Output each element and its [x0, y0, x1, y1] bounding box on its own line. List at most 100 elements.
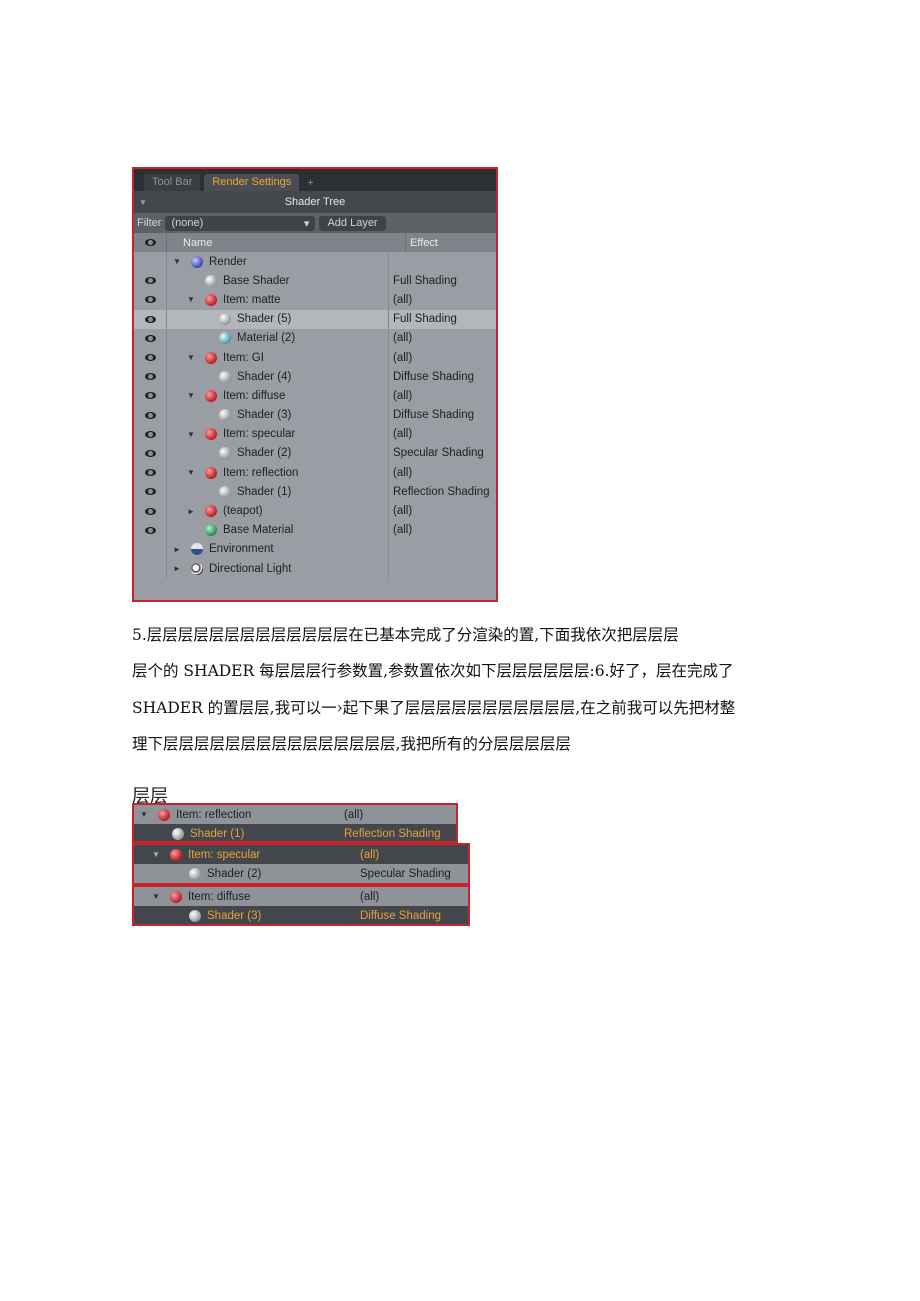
- eye-icon: [144, 354, 156, 362]
- tree-row-item-diffuse[interactable]: ▼ Item: diffuse (all): [134, 887, 468, 906]
- expand-arrow-icon[interactable]: ▼: [138, 810, 150, 819]
- tree-row-shader-3[interactable]: Shader (3) Diffuse Shading: [134, 906, 468, 924]
- tab-render-settings[interactable]: Render Settings: [204, 174, 300, 191]
- row-name: Shader (3): [207, 909, 262, 922]
- tree-row[interactable]: Shader (3) Diffuse Shading: [134, 405, 496, 425]
- layer-sphere-icon: [205, 505, 217, 518]
- item-sphere-icon: [170, 848, 182, 861]
- visibility-toggle[interactable]: [134, 559, 166, 578]
- panel-title: Shader Tree: [284, 196, 346, 208]
- effect-column-header[interactable]: Effect: [405, 233, 496, 252]
- tree-row[interactable]: Base Shader Full Shading: [134, 271, 496, 291]
- visibility-toggle[interactable]: [134, 521, 166, 540]
- shader-sphere-icon: [189, 909, 201, 922]
- collapse-arrow-icon[interactable]: ▼: [171, 257, 183, 266]
- tree-row[interactable]: Shader (5) Full Shading: [134, 309, 496, 329]
- visibility-toggle[interactable]: [134, 444, 166, 463]
- tree-row[interactable]: Shader (4) Diffuse Shading: [134, 367, 496, 387]
- item-sphere-icon: [170, 890, 182, 903]
- eye-icon: [144, 277, 156, 285]
- eye-icon: [144, 315, 156, 323]
- row-name: Directional Light: [209, 562, 292, 575]
- tree-row-item-reflection[interactable]: ▼ Item: reflection (all): [134, 805, 456, 824]
- visibility-toggle[interactable]: [134, 329, 166, 348]
- row-effect: Specular Shading: [360, 867, 451, 880]
- row-effect: (all): [344, 808, 364, 821]
- visibility-toggle[interactable]: [134, 425, 166, 444]
- tree-row[interactable]: ▼ Render: [134, 252, 496, 272]
- visibility-toggle[interactable]: [134, 348, 166, 367]
- row-name: Shader (3): [237, 409, 292, 422]
- row-name: Shader (2): [237, 447, 292, 460]
- expand-arrow-icon[interactable]: ▼: [150, 892, 162, 901]
- name-column-header[interactable]: Name: [166, 233, 405, 252]
- visibility-toggle[interactable]: [134, 386, 166, 405]
- layer-sphere-icon: [219, 313, 231, 326]
- expand-arrow-icon[interactable]: ►: [185, 507, 197, 516]
- row-name-cell: Base Material: [166, 520, 388, 540]
- panel-menu-arrow-icon[interactable]: ▼: [139, 198, 147, 207]
- filter-dropdown[interactable]: (none) ▾: [165, 215, 316, 231]
- tree-row-shader-2[interactable]: Shader (2) Specular Shading: [134, 864, 468, 883]
- row-name-cell: ▼ Render: [166, 252, 388, 272]
- collapse-arrow-icon[interactable]: ▼: [185, 295, 197, 304]
- row-effect: Full Shading: [388, 271, 496, 291]
- row-name: Item: GI: [223, 351, 264, 364]
- row-name-cell: ▼ Item: GI: [166, 347, 388, 368]
- visibility-toggle[interactable]: [134, 406, 166, 425]
- tree-row[interactable]: ▼ Item: GI (all): [134, 347, 496, 368]
- collapse-arrow-icon[interactable]: ▼: [185, 353, 197, 362]
- eye-icon: [144, 296, 156, 304]
- tree-row[interactable]: ► Directional Light: [134, 559, 496, 579]
- add-tab-button[interactable]: +: [303, 175, 317, 191]
- visibility-toggle[interactable]: [134, 271, 166, 290]
- collapse-arrow-icon[interactable]: ▼: [185, 391, 197, 400]
- row-name-cell: Shader (1): [166, 482, 388, 502]
- visibility-header[interactable]: [134, 233, 166, 252]
- tree-row[interactable]: ► Environment: [134, 539, 496, 559]
- row-name-cell: Shader (3): [166, 405, 388, 425]
- visibility-toggle[interactable]: [134, 501, 166, 520]
- layer-sphere-icon: [219, 447, 231, 460]
- layer-sphere-icon: [205, 428, 217, 441]
- row-effect: Diffuse Shading: [388, 405, 496, 425]
- row-effect: (all): [360, 848, 380, 861]
- layer-sphere-icon: [191, 562, 203, 575]
- tree-row-shader-1[interactable]: Shader (1) Reflection Shading: [134, 824, 456, 841]
- add-layer-button[interactable]: Add Layer: [319, 215, 386, 231]
- row-effect: Diffuse Shading: [388, 367, 496, 387]
- tree-row[interactable]: Shader (2) Specular Shading: [134, 443, 496, 464]
- visibility-toggle[interactable]: [134, 540, 166, 559]
- visibility-toggle[interactable]: [134, 367, 166, 386]
- row-effect: Full Shading: [388, 309, 496, 329]
- eye-icon: [144, 469, 156, 477]
- collapse-arrow-icon[interactable]: ▼: [185, 430, 197, 439]
- tree-row[interactable]: Base Material (all): [134, 520, 496, 540]
- tree-row[interactable]: Shader (1) Reflection Shading: [134, 482, 496, 502]
- visibility-toggle[interactable]: [134, 252, 166, 271]
- collapse-arrow-icon[interactable]: ▼: [185, 468, 197, 477]
- strip-diffuse: ▼ Item: diffuse (all) Shader (3) Diffuse …: [132, 885, 470, 926]
- tree-row[interactable]: Material (2) (all): [134, 328, 496, 348]
- expand-arrow-icon[interactable]: ▼: [150, 850, 162, 859]
- visibility-toggle[interactable]: [134, 482, 166, 501]
- tree-row[interactable]: ▼ Item: matte (all): [134, 290, 496, 310]
- panel-title-bar: ▼ Shader Tree: [134, 191, 496, 213]
- visibility-toggle[interactable]: [134, 310, 166, 329]
- tab-tool-bar[interactable]: Tool Bar: [144, 174, 201, 191]
- expand-arrow-icon[interactable]: ►: [171, 564, 183, 573]
- visibility-toggle[interactable]: [134, 290, 166, 309]
- tree-row-item-specular[interactable]: ▼ Item: specular (all): [134, 845, 468, 864]
- tree-row[interactable]: ▼ Item: diffuse (all): [134, 386, 496, 406]
- row-name: Shader (4): [237, 370, 292, 383]
- layer-sphere-icon: [205, 524, 217, 537]
- expand-arrow-icon[interactable]: ►: [171, 545, 183, 554]
- row-name-cell: Base Shader: [166, 271, 388, 291]
- tree-row[interactable]: ▼ Item: specular (all): [134, 424, 496, 444]
- row-name-cell: Material (2): [166, 328, 388, 348]
- tree-row[interactable]: ► (teapot) (all): [134, 501, 496, 521]
- visibility-toggle[interactable]: [134, 463, 166, 482]
- tree-row[interactable]: ▼ Item: reflection (all): [134, 463, 496, 483]
- row-effect: [388, 252, 496, 272]
- eye-icon: [144, 411, 156, 419]
